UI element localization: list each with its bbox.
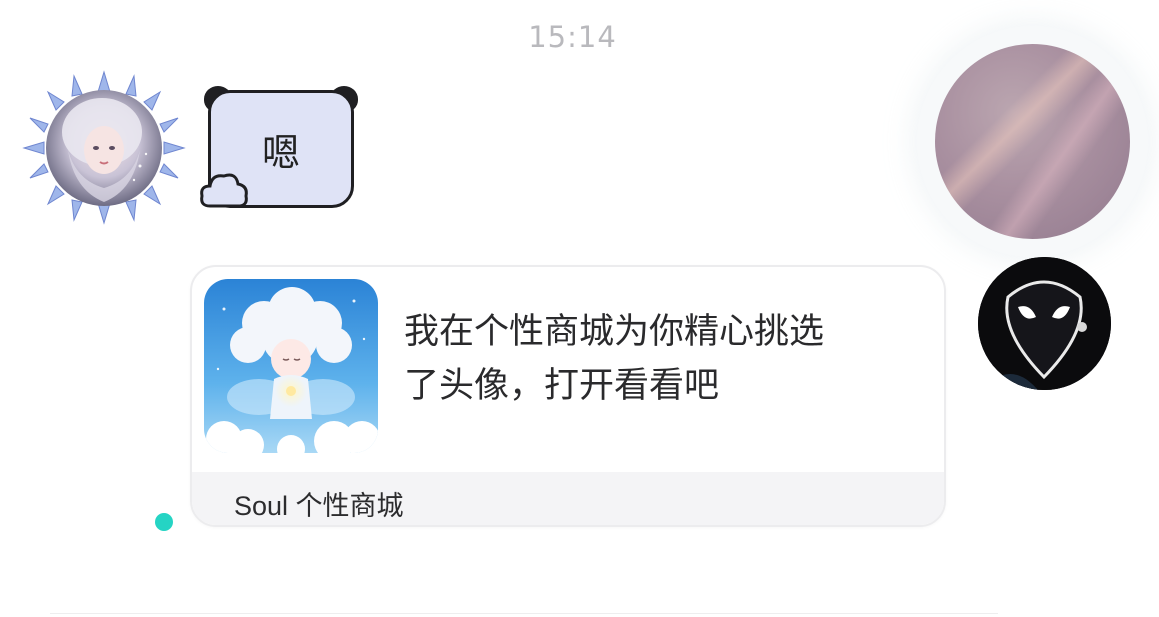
- sticker-message[interactable]: 嗯: [200, 84, 360, 214]
- sender-avatar[interactable]: [22, 70, 186, 225]
- share-card[interactable]: 我在个性商城为你精心挑选 了头像，打开看看吧 Soul 个性商城: [190, 265, 946, 527]
- divider: [50, 613, 998, 614]
- receiver-avatar-blurred[interactable]: [935, 44, 1130, 239]
- card-source-label: Soul 个性商城: [234, 491, 404, 521]
- online-status-dot: [155, 513, 173, 531]
- card-thumbnail: [204, 279, 378, 453]
- card-footer[interactable]: Soul 个性商城: [192, 472, 944, 525]
- card-message: 我在个性商城为你精心挑选 了头像，打开看看吧: [404, 312, 825, 406]
- cloud-icon: [200, 173, 248, 208]
- receiver-avatar[interactable]: [978, 257, 1111, 390]
- message-timestamp: 15:14: [528, 20, 617, 54]
- cloud-fairy-image: [204, 279, 378, 453]
- alien-icon: [978, 257, 1111, 390]
